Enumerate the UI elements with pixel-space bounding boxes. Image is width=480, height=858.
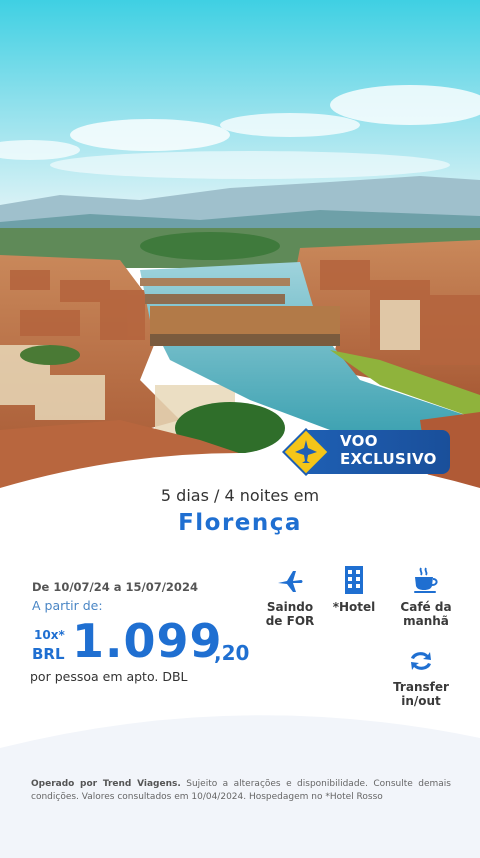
badge-label: VOO EXCLUSIVO <box>340 432 437 468</box>
feature-label: Saindo <box>266 600 314 614</box>
price-from-label: A partir de: <box>32 598 103 613</box>
feature-transfer: Transfer in/out <box>381 646 461 708</box>
price-value: 1.099 <box>72 614 223 668</box>
feature-label: *Hotel <box>332 600 376 614</box>
destination-city: Florença <box>178 510 302 536</box>
feature-label: in/out <box>401 694 441 708</box>
feature-label: manhã <box>403 614 449 628</box>
feature-label: Transfer <box>393 680 449 694</box>
feature-breakfast: Café da manhã <box>386 566 466 628</box>
operator-text: Operado por Trend Viagens. <box>31 779 181 789</box>
trip-duration-headline: 5 dias / 4 noites em <box>160 486 320 505</box>
coffee-cup-icon <box>386 566 466 594</box>
exclusive-flight-badge: VOO EXCLUSIVO <box>281 427 450 477</box>
currency-label: BRL <box>32 645 65 663</box>
travel-dates: De 10/07/24 a 15/07/2024 <box>32 580 198 594</box>
building-icon <box>314 566 394 594</box>
feature-hotel: *Hotel <box>314 566 394 614</box>
feature-label: de FOR <box>265 614 315 628</box>
airplane-icon <box>281 427 331 477</box>
price-cents: ,20 <box>214 641 250 665</box>
feature-label: Café da <box>400 600 452 614</box>
price-condition: por pessoa em apto. DBL <box>30 669 188 684</box>
badge-line-1: VOO <box>340 432 378 450</box>
badge-line-2: EXCLUSIVO <box>340 450 437 468</box>
transfer-arrows-icon <box>381 646 461 674</box>
disclaimer: Operado por Trend Viagens. Sujeito a alt… <box>31 778 451 804</box>
installments-label: 10x* <box>34 628 65 642</box>
